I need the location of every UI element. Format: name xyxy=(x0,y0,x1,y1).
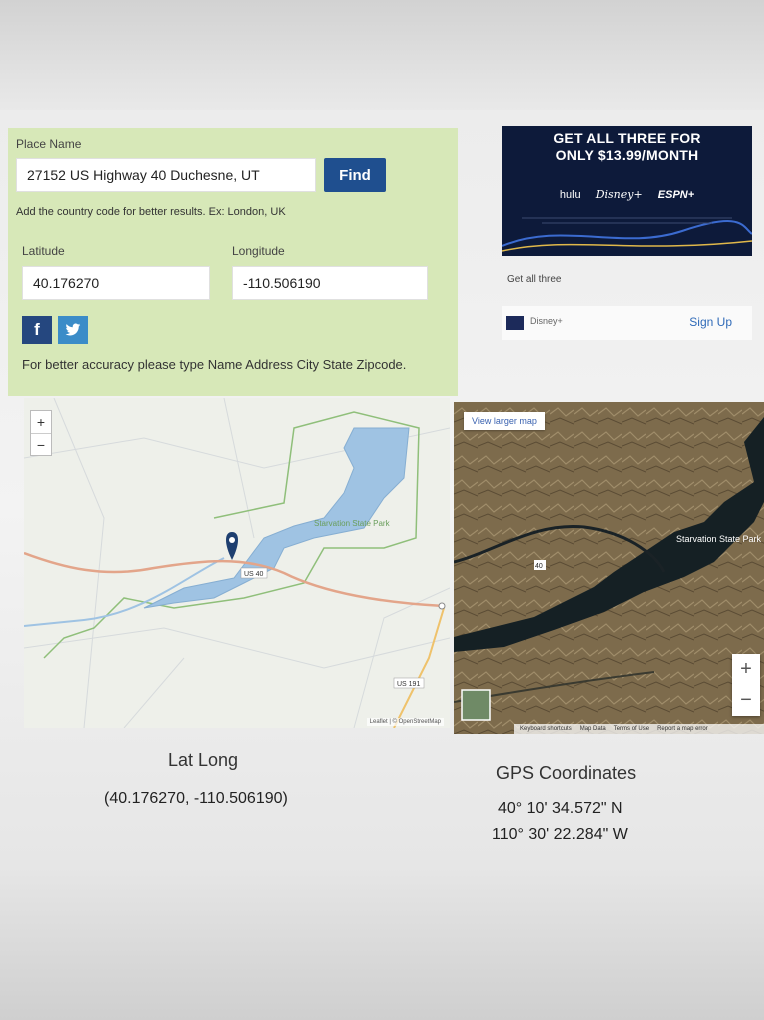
terms-of-use-link[interactable]: Terms of Use xyxy=(614,726,649,732)
facebook-share-button[interactable]: f xyxy=(22,316,52,344)
view-larger-map-link[interactable]: View larger map xyxy=(464,412,545,430)
gps-title: GPS Coordinates xyxy=(496,763,637,783)
road-shield-us191: US 191 xyxy=(397,681,420,688)
country-hint: Add the country code for better results.… xyxy=(16,206,286,218)
zoom-out-button[interactable]: − xyxy=(31,433,51,455)
leaflet-zoom-control: + − xyxy=(30,410,52,456)
street-map-canvas: Starvation State Park US 40 US 191 xyxy=(24,398,450,728)
gps-longitude: 110° 30' 22.284" W xyxy=(492,826,628,843)
map-data-link[interactable]: Map Data xyxy=(580,726,606,732)
latlong-value: (40.176270, -110.506190) xyxy=(104,790,288,807)
gps-latitude: 40° 10' 34.572" N xyxy=(498,800,623,817)
place-name-input[interactable]: 27152 US Highway 40 Duchesne, UT xyxy=(16,158,316,192)
twitter-share-button[interactable] xyxy=(58,316,88,344)
map-attribution[interactable]: Leaflet | © OpenStreetMap xyxy=(366,718,444,726)
latlong-title: Lat Long xyxy=(168,750,239,770)
park-label-right: Starvation State Park xyxy=(676,534,762,544)
location-marker[interactable] xyxy=(226,532,238,560)
latitude-label: Latitude xyxy=(22,244,65,258)
accuracy-hint: For better accuracy please type Name Add… xyxy=(22,357,407,372)
longitude-label: Longitude xyxy=(232,244,285,258)
google-zoom-control: + − xyxy=(732,654,760,716)
ad-wave-graphic xyxy=(502,217,752,252)
ad-signup-link[interactable]: Sign Up xyxy=(689,315,732,329)
find-button[interactable]: Find xyxy=(324,158,386,192)
us-191-road xyxy=(393,607,445,728)
road-shield-us40: US 40 xyxy=(244,571,264,578)
road-shield-40: 40 xyxy=(535,563,543,570)
google-map-footer: Keyboard shortcuts Map Data Terms of Use… xyxy=(514,724,764,734)
keyboard-shortcuts-link[interactable]: Keyboard shortcuts xyxy=(520,726,572,732)
ad-footer: Disney+ Sign Up xyxy=(502,306,752,340)
twitter-icon xyxy=(65,323,81,336)
browser-top-area xyxy=(0,0,764,110)
facebook-icon: f xyxy=(34,320,40,339)
satellite-map-canvas: Starvation State Park 40 xyxy=(454,402,764,734)
place-lookup-panel: Place Name 27152 US Highway 40 Duchesne,… xyxy=(8,128,458,396)
zoom-out-button[interactable]: − xyxy=(732,685,760,716)
disney-plus-icon xyxy=(506,316,524,330)
zoom-in-button[interactable]: + xyxy=(31,411,51,433)
latitude-input[interactable]: 40.176270 xyxy=(22,266,210,300)
ad-tagline: Get all three xyxy=(507,274,562,285)
park-label-left: Starvation State Park xyxy=(314,519,391,528)
satellite-map[interactable]: Starvation State Park 40 View larger map… xyxy=(454,402,764,734)
place-name-label: Place Name xyxy=(16,137,82,151)
ad-advertiser: Disney+ xyxy=(530,316,563,326)
report-error-link[interactable]: Report a map error xyxy=(657,726,708,732)
longitude-input[interactable]: -110.506190 xyxy=(232,266,428,300)
zoom-in-button[interactable]: + xyxy=(732,654,760,685)
ad-banner[interactable]: GET ALL THREE FOR ONLY $13.99/MONTH hulu… xyxy=(502,126,752,256)
street-map[interactable]: Starvation State Park US 40 US 191 + − L… xyxy=(24,398,450,728)
